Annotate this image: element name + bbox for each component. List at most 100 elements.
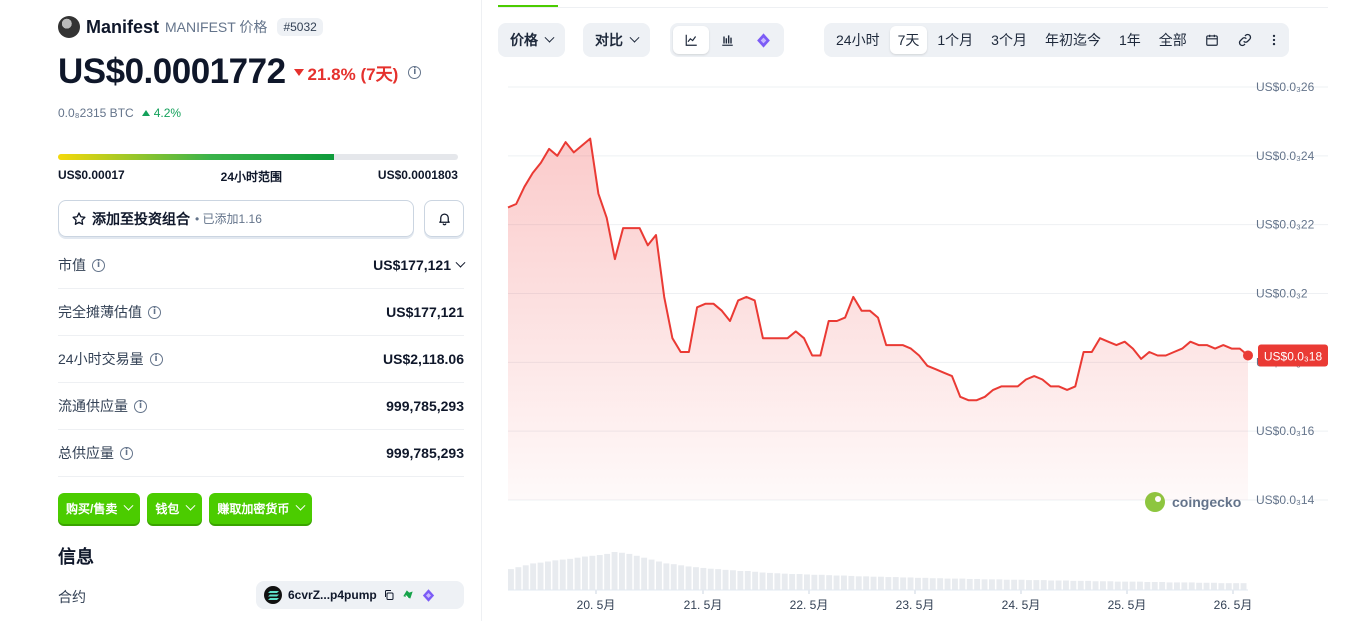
volume-bar [878, 576, 884, 590]
x-tick-label: 25. 5月 [1108, 598, 1147, 612]
tradingview-button[interactable] [745, 26, 781, 54]
copy-icon[interactable] [383, 589, 395, 601]
price-change-value: 21.8% (7天) [307, 64, 399, 84]
volume-bar [981, 579, 988, 590]
price-dropdown[interactable]: 价格 [498, 23, 565, 57]
volume-bar [530, 563, 537, 590]
price-dropdown-label: 价格 [510, 32, 538, 48]
volume-bar [796, 574, 803, 590]
range-ytd[interactable]: 年初迄今 [1037, 26, 1109, 54]
volume-bar [545, 561, 551, 590]
x-tick-label: 23. 5月 [896, 598, 935, 612]
price-row: US$0.0001772 21.8% (7天) i [58, 52, 422, 92]
price-change: 21.8% (7天) [293, 60, 399, 85]
contract-address[interactable]: 6cvrZ...p4pump [256, 581, 464, 609]
chevron-down-icon [123, 500, 134, 511]
range-1m[interactable]: 1个月 [929, 26, 981, 54]
volume-bar [1144, 582, 1151, 590]
info-icon[interactable]: i [120, 446, 133, 460]
star-icon [72, 211, 86, 225]
volume-bar [1181, 582, 1188, 590]
wallet-button[interactable]: 钱包 [147, 493, 203, 524]
info-icon[interactable]: i [148, 305, 161, 319]
stat-key-text: 24小时交易量 [58, 351, 144, 367]
y-tick-label: US$0.0₃2 [1256, 287, 1308, 301]
info-icon[interactable]: i [149, 352, 163, 366]
calendar-icon [1205, 34, 1218, 46]
volume-bar [1129, 581, 1136, 590]
price-alert-button[interactable] [424, 200, 464, 237]
stat-row: 流通供应量 i 999,785,293 [58, 383, 464, 430]
price-chart[interactable]: US$0.0₃26 US$0.0₃24 US$0.0₃22 US$0.0₃2 US$0.… [498, 70, 1348, 620]
volume-bar [1174, 582, 1180, 590]
volume-bar [863, 576, 870, 590]
earn-crypto-button[interactable]: 赚取加密货币 [209, 493, 313, 524]
info-icon[interactable]: i [408, 65, 422, 79]
stat-key-text: 流通供应量 [58, 398, 128, 414]
volume-bar [966, 578, 973, 590]
y-tick-label: US$0.0₃16 [1256, 424, 1315, 438]
compare-dropdown[interactable]: 对比 [583, 23, 650, 57]
y-tick-label: US$0.0₃22 [1256, 218, 1315, 232]
range-labels: US$0.00017 24小时范围 US$0.0001803 [58, 168, 458, 185]
volume-bar [715, 569, 722, 590]
line-chart-button[interactable] [673, 26, 709, 54]
volume-bar [996, 579, 1003, 590]
volume-bar [1085, 580, 1092, 590]
x-tick-label: 22. 5月 [790, 598, 829, 612]
info-icon[interactable]: i [92, 258, 105, 272]
volume-bar [1151, 582, 1158, 590]
candle-chart-icon [721, 35, 733, 46]
link-icon [1238, 33, 1251, 47]
volume-bar [663, 563, 670, 590]
add-to-portfolio-button[interactable]: 添加至投资组合 • 已添加1.16 [58, 200, 414, 237]
x-tick-label: 26. 5月 [1214, 598, 1253, 612]
action-buttons: 购买/售卖 钱包 赚取加密货币 [58, 493, 313, 524]
coin-logo [58, 16, 80, 38]
volume-bar [656, 561, 662, 590]
volume-bar [774, 573, 781, 590]
candle-chart-button[interactable] [709, 26, 745, 54]
buy-sell-button[interactable]: 购买/售卖 [58, 493, 141, 524]
btc-change-value: 4.2% [153, 106, 182, 120]
volume-bar [744, 571, 751, 590]
tradingview-icon[interactable] [421, 588, 436, 603]
range-title: 24小时范围 [220, 170, 282, 184]
volume-bar [1218, 583, 1225, 590]
volume-bar [641, 557, 648, 590]
volume-bar [1100, 581, 1106, 590]
volume-bar [619, 552, 625, 590]
volume-bar [892, 577, 899, 590]
caret-down-icon [293, 68, 304, 76]
btc-change: 4.2% [141, 106, 182, 120]
info-icon[interactable]: i [134, 399, 147, 413]
range-3m[interactable]: 3个月 [983, 26, 1035, 54]
metamask-icon[interactable] [401, 588, 415, 602]
range-1y[interactable]: 1年 [1111, 26, 1149, 54]
stat-value[interactable]: US$177,121 [373, 257, 466, 273]
volume-bar [870, 576, 877, 590]
volume-bar [767, 572, 773, 590]
chevron-down-icon [295, 500, 306, 511]
volume-bar [1203, 582, 1210, 590]
range-7d[interactable]: 7天 [889, 26, 928, 54]
more-options-button[interactable] [1263, 26, 1285, 54]
volume-bar [596, 555, 603, 590]
share-link-button[interactable] [1229, 26, 1261, 54]
range-low: US$0.00017 [58, 168, 125, 182]
volume-bar [1166, 582, 1173, 590]
volume-bar [1211, 582, 1217, 590]
y-axis: US$0.0₃26 US$0.0₃24 US$0.0₃22 US$0.0₃2 US$0.… [1256, 80, 1315, 507]
volume-bar [752, 571, 759, 590]
volume-bar [707, 568, 714, 590]
range-all[interactable]: 全部 [1151, 26, 1195, 54]
volume-bar [848, 575, 855, 590]
range-24h[interactable]: 24小时 [828, 26, 888, 54]
compare-dropdown-label: 对比 [595, 32, 623, 48]
volume-bar [789, 574, 796, 590]
calendar-button[interactable] [1197, 26, 1227, 54]
chevron-down-icon [185, 500, 196, 511]
volume-bar [811, 574, 818, 590]
contract-address-value: 6cvrZ...p4pump [288, 588, 377, 602]
volume-bar [1188, 582, 1195, 590]
